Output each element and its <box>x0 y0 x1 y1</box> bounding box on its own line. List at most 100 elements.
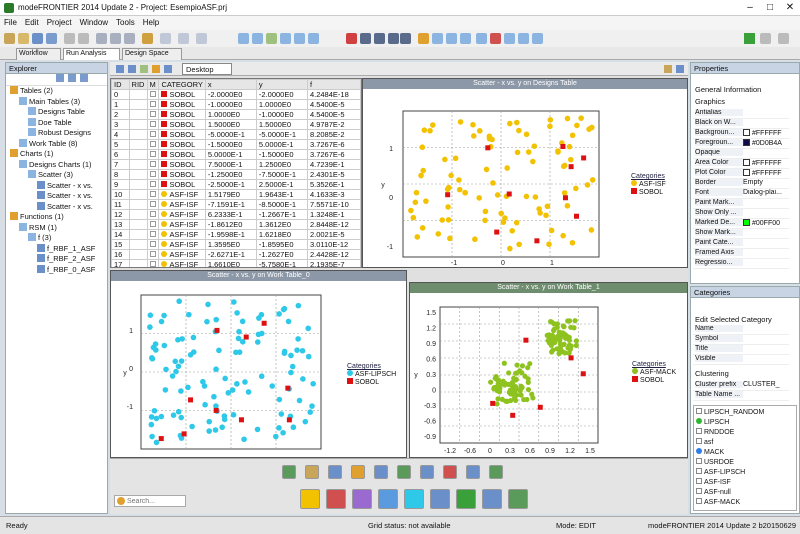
data-point[interactable] <box>476 195 483 201</box>
chart-type-large-icon[interactable] <box>326 489 346 509</box>
chart-type-large-icon[interactable] <box>378 489 398 509</box>
table-row[interactable]: 16 ASF-ISF -2.6271E-1 -1.2627E0 2.4428E-12 <box>111 249 361 260</box>
data-point[interactable] <box>482 217 488 224</box>
table-row[interactable]: 17 ASF-ISF 1.6610E0 -5.7580E-1 2.1935E-7 <box>111 259 361 267</box>
data-point[interactable] <box>419 225 426 231</box>
data-point[interactable] <box>560 232 566 239</box>
menu-window[interactable]: Window <box>76 16 112 29</box>
data-point[interactable] <box>147 312 154 318</box>
data-point[interactable] <box>213 316 220 323</box>
column-header[interactable]: f <box>306 79 361 90</box>
data-point[interactable] <box>173 368 179 375</box>
data-point[interactable] <box>476 128 483 134</box>
data-point[interactable] <box>258 373 265 380</box>
dollar-icon[interactable] <box>400 33 411 44</box>
data-point[interactable] <box>547 117 554 123</box>
tree-item[interactable]: Scatter - x vs. <box>37 180 93 192</box>
mark-checkbox[interactable] <box>149 251 156 257</box>
data-point[interactable] <box>506 389 512 395</box>
color-swatch[interactable] <box>743 159 750 166</box>
data-point[interactable] <box>254 426 261 433</box>
data-point[interactable] <box>288 352 294 359</box>
property-row[interactable]: Area Color #FFFFFF <box>693 159 789 169</box>
table-row[interactable]: 6 SOBOL 5.0000E-1 -1.5000E0 3.7267E-6 <box>111 149 361 160</box>
data-point[interactable] <box>543 212 549 219</box>
data-point[interactable] <box>245 389 252 395</box>
data-point[interactable] <box>289 363 296 370</box>
data-point[interactable] <box>255 331 262 338</box>
reset-icon[interactable] <box>460 33 471 44</box>
table-row[interactable]: 0 SOBOL -2.0000E0 -2.0000E0 4.2484E-18 <box>111 89 361 100</box>
data-point[interactable] <box>178 388 184 394</box>
data-point[interactable] <box>175 363 182 370</box>
data-point[interactable] <box>550 327 557 334</box>
tab-run-analysis[interactable]: Run Analysis <box>63 48 120 60</box>
data-point[interactable] <box>300 376 306 382</box>
sobol-point[interactable] <box>445 192 451 198</box>
data-point[interactable] <box>457 119 464 125</box>
data-point[interactable] <box>513 386 519 392</box>
data-point[interactable] <box>483 166 490 173</box>
data-point[interactable] <box>589 177 596 183</box>
import-icon[interactable] <box>294 33 305 44</box>
data-point[interactable] <box>412 199 419 206</box>
data-point[interactable] <box>172 358 179 365</box>
data-point[interactable] <box>430 122 436 128</box>
data-point[interactable] <box>506 120 513 127</box>
sobol-point[interactable] <box>243 334 249 340</box>
general-info-section[interactable]: General Information <box>695 85 761 94</box>
column-header[interactable]: ID <box>111 79 130 90</box>
data-point[interactable] <box>161 312 167 319</box>
clustering-field[interactable]: Table Name ... <box>693 391 789 401</box>
zoom-icon[interactable] <box>432 33 443 44</box>
data-point[interactable] <box>532 194 539 200</box>
data-point[interactable] <box>448 172 454 179</box>
data-point[interactable] <box>573 185 579 192</box>
data-point[interactable] <box>521 396 527 403</box>
data-point[interactable] <box>423 198 429 204</box>
category-list-item[interactable]: ASF-LIPSCH <box>696 468 745 476</box>
data-point[interactable] <box>170 412 177 418</box>
data-point[interactable] <box>537 210 543 216</box>
chart-type-large-icon[interactable] <box>482 489 502 509</box>
chart-view-icon[interactable] <box>140 65 148 73</box>
data-point[interactable] <box>456 186 463 193</box>
data-point[interactable] <box>555 333 561 340</box>
data-point[interactable] <box>241 436 247 443</box>
data-point[interactable] <box>296 397 303 404</box>
info-icon[interactable] <box>518 33 529 44</box>
category-field[interactable]: Name <box>693 325 789 335</box>
property-row[interactable]: Framed Axis <box>693 249 789 259</box>
data-point[interactable] <box>280 429 286 436</box>
export-icon[interactable] <box>280 33 291 44</box>
data-point[interactable] <box>506 381 512 387</box>
clustering-section[interactable]: Clustering <box>695 369 729 378</box>
data-point[interactable] <box>506 370 512 376</box>
tree-item[interactable]: Tables (2) <box>10 86 53 97</box>
data-point[interactable] <box>482 208 489 215</box>
sort-icon[interactable] <box>68 74 77 82</box>
table-row[interactable]: 7 SOBOL 7.5000E-1 1.2500E0 4.7239E-1 <box>111 159 361 170</box>
data-point[interactable] <box>486 135 493 142</box>
data-point[interactable] <box>294 347 300 353</box>
mark-checkbox[interactable] <box>149 231 156 237</box>
data-point[interactable] <box>500 378 506 384</box>
data-point[interactable] <box>566 143 573 150</box>
sobol-point[interactable] <box>285 385 291 391</box>
data-point[interactable] <box>236 349 243 355</box>
data-point[interactable] <box>574 122 580 129</box>
mark-checkbox[interactable] <box>149 101 156 107</box>
column-header[interactable]: RID <box>128 79 148 90</box>
link-icon[interactable] <box>388 33 399 44</box>
filter-icon[interactable] <box>476 33 487 44</box>
data-point[interactable] <box>556 350 562 356</box>
chart-type-large-icon[interactable] <box>456 489 476 509</box>
property-row[interactable]: Show Only ... <box>693 209 789 219</box>
data-point[interactable] <box>151 407 158 414</box>
data-point[interactable] <box>302 418 309 425</box>
mark-checkbox[interactable] <box>149 261 156 267</box>
chart-type-icon[interactable] <box>443 465 457 479</box>
tree-item[interactable]: Scatter - x vs. <box>37 191 93 202</box>
data-point[interactable] <box>514 392 520 398</box>
data-point[interactable] <box>152 341 159 347</box>
